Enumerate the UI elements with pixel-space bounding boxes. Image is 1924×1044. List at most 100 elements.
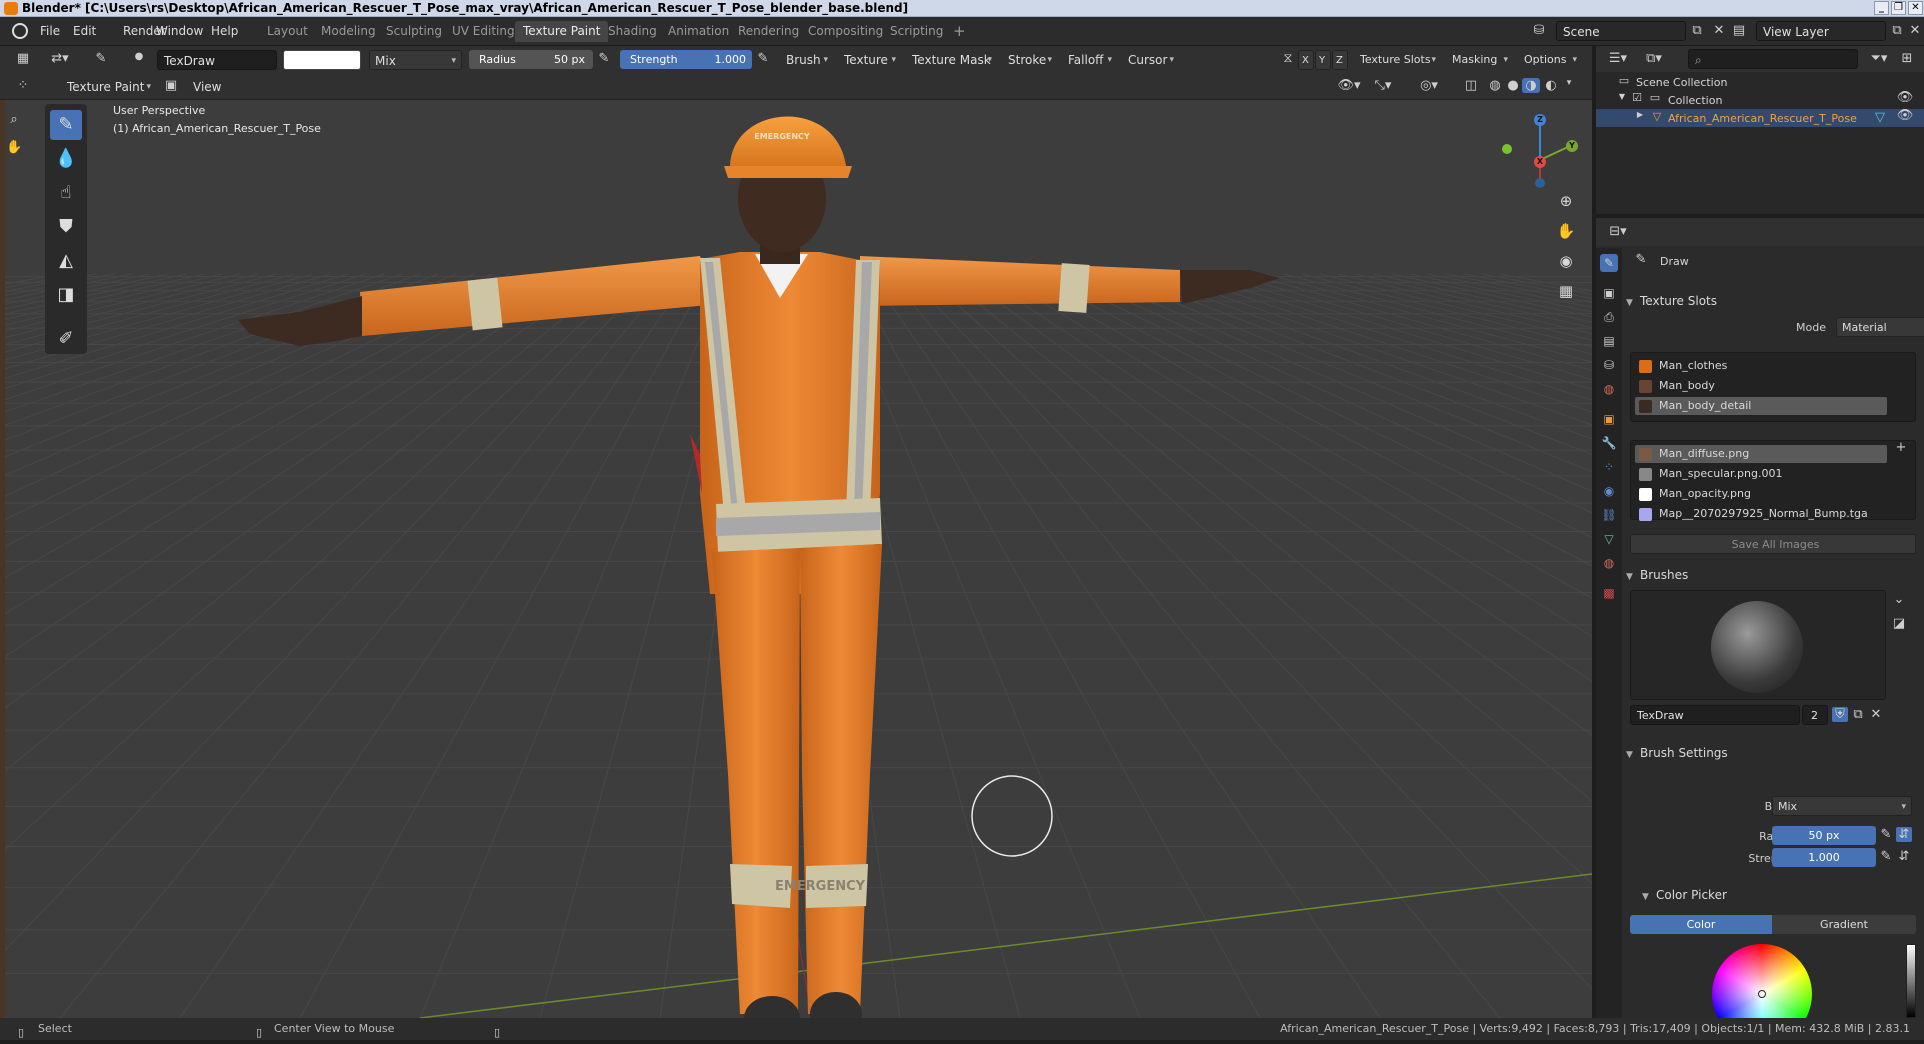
gizmo-toggle-icon[interactable]: ⤡▾ xyxy=(1370,78,1396,93)
interaction-mode-dropdown[interactable]: Texture Paint ▾ xyxy=(48,77,156,97)
texture-paint-toggle-icon[interactable]: ▣ xyxy=(162,78,180,93)
mirror-z-toggle[interactable]: Z xyxy=(1332,50,1348,70)
solid-shading-icon[interactable]: ● xyxy=(1504,78,1522,93)
strength-pressure-toggle-icon[interactable]: ✎ xyxy=(1878,849,1894,864)
tab-layout[interactable]: Layout xyxy=(259,21,316,42)
3d-viewport[interactable]: EMERGENCY EMERGENCY User Perspective (1)… xyxy=(0,74,1592,1018)
pan-hand-icon[interactable]: ✋ xyxy=(1555,220,1577,242)
material-slots-list[interactable]: Man_clothes Man_body Man_body_detail xyxy=(1630,352,1916,422)
modifier-tab-icon[interactable]: 🔧 xyxy=(1600,434,1618,452)
new-view-layer-icon[interactable]: ⧉ xyxy=(1888,23,1906,38)
clone-tool[interactable]: ⛊ xyxy=(50,212,82,242)
mesh-data-icon[interactable]: ▽ xyxy=(1872,110,1888,125)
masking-popover[interactable]: Masking ▾ xyxy=(1447,50,1513,70)
collapse-collection-icon[interactable]: ▼ xyxy=(1616,92,1628,101)
tab-compositing[interactable]: Compositing xyxy=(800,21,891,42)
scene-tab-icon[interactable]: ⛁ xyxy=(1600,356,1618,374)
data-tab-icon[interactable]: ▽ xyxy=(1600,530,1618,548)
menu-edit[interactable]: Edit xyxy=(73,24,96,38)
tab-animation[interactable]: Animation xyxy=(660,21,737,42)
gradient-tab[interactable]: Gradient xyxy=(1772,915,1916,934)
zoom-icon[interactable]: ⊕ xyxy=(1555,190,1577,212)
color-wheel[interactable] xyxy=(1712,944,1812,1018)
texture-slots-popover[interactable]: Texture Slots ▾ xyxy=(1355,50,1441,70)
material-slot-row[interactable]: Man_clothes xyxy=(1635,357,1887,375)
draw-tool[interactable]: ✎ xyxy=(50,110,82,140)
mask-tool[interactable]: ◨ xyxy=(50,280,82,310)
physics-tab-icon[interactable]: ◉ xyxy=(1600,482,1618,500)
tab-shading[interactable]: Shading xyxy=(600,21,665,42)
blend-dropdown[interactable]: Mix ▾ xyxy=(1772,796,1912,816)
camera-view-icon[interactable]: ◉ xyxy=(1555,250,1577,272)
gizmo-neg-y[interactable] xyxy=(1502,144,1512,154)
radius-slider[interactable]: Radius 50 px xyxy=(469,50,593,69)
mirror-y-toggle[interactable]: Y xyxy=(1315,50,1331,70)
rendered-shading-icon[interactable]: ◐ xyxy=(1542,78,1560,93)
texture-menu[interactable]: Texture ▾ xyxy=(839,50,901,70)
scene-selector[interactable]: Scene xyxy=(1556,21,1686,41)
shading-options-icon[interactable]: ▾ xyxy=(1562,78,1576,88)
texture-slots-header[interactable]: ▼ Texture Slots xyxy=(1626,290,1717,312)
tab-texture-paint[interactable]: Texture Paint xyxy=(515,21,609,42)
radius-unit-toggle-icon[interactable]: ⇵ xyxy=(1896,827,1912,842)
falloff-menu[interactable]: Falloff ▾ xyxy=(1063,50,1117,70)
image-slot-row[interactable]: Map__2070297925_Normal_Bump.tga xyxy=(1635,505,1887,523)
cursor-menu[interactable]: Cursor ▾ xyxy=(1123,50,1179,70)
view-layer-selector[interactable]: View Layer xyxy=(1756,21,1886,41)
add-workspace-button[interactable]: + xyxy=(945,21,974,42)
brush-preview-box[interactable] xyxy=(1630,590,1886,700)
material-tab-icon[interactable]: ◍ xyxy=(1600,554,1618,572)
symmetry-icon[interactable]: ⧖ xyxy=(1280,51,1296,66)
visibility-icon[interactable]: 👁▾ xyxy=(1336,78,1362,93)
gizmo-z-axis[interactable]: Z xyxy=(1534,114,1546,126)
brushes-header[interactable]: ▼ Brushes xyxy=(1626,564,1688,586)
radius-pressure-icon[interactable]: ✎ xyxy=(596,51,612,66)
output-tab-icon[interactable]: ⎙ xyxy=(1600,308,1618,326)
blender-logo-icon[interactable] xyxy=(12,23,28,39)
color-tab[interactable]: Color xyxy=(1630,915,1772,934)
gizmo-y-axis[interactable]: Y xyxy=(1566,140,1578,152)
brush-radius-slider[interactable]: 50 px xyxy=(1772,826,1876,845)
editor-type-icon-2[interactable]: ⁘ xyxy=(14,78,32,93)
strength-unit-toggle-icon[interactable]: ⇵ xyxy=(1896,849,1912,864)
tab-sculpting[interactable]: Sculpting xyxy=(378,21,450,42)
filter-icon[interactable]: ⏷▾ xyxy=(1866,51,1892,66)
brush-name-field[interactable]: TexDraw xyxy=(157,50,277,70)
wireframe-shading-icon[interactable]: ◍ xyxy=(1486,78,1504,93)
constraints-tab-icon[interactable]: ⛓ xyxy=(1600,506,1618,524)
brush-users-count[interactable]: 2 xyxy=(1802,705,1828,725)
annotate-tool[interactable]: ✐ xyxy=(50,324,82,354)
material-shading-icon[interactable]: ◑ xyxy=(1522,78,1540,93)
object-name-label[interactable]: African_American_Rescuer_T_Pose xyxy=(1668,112,1857,125)
world-tab-icon[interactable]: ◍ xyxy=(1600,380,1618,398)
view-menu[interactable]: View xyxy=(188,77,228,97)
strength-slider[interactable]: Strength 1.000 xyxy=(620,50,752,69)
brush-list-expand-icon[interactable]: ⌄ xyxy=(1890,592,1908,607)
texture-mask-menu[interactable]: Texture Mask ▾ xyxy=(907,50,997,70)
scene-icon[interactable]: ⛁ xyxy=(1530,23,1548,38)
collection-visibility-icon[interactable]: 👁 xyxy=(1896,90,1914,105)
material-slot-row[interactable]: Man_body_detail xyxy=(1635,397,1887,415)
tool-tab-icon[interactable]: ✎ xyxy=(1600,254,1618,272)
soften-tool[interactable]: 💧 xyxy=(50,144,82,174)
smear-tool[interactable]: ☝ xyxy=(50,178,82,208)
image-slot-row[interactable]: Man_diffuse.png xyxy=(1635,445,1887,463)
overlays-icon[interactable]: ◎▾ xyxy=(1416,78,1442,93)
outliner-editor-icon[interactable]: ☰▾ xyxy=(1604,51,1632,66)
brush-icon[interactable]: ✎ xyxy=(92,51,110,66)
color-picker-header[interactable]: ▼ Color Picker xyxy=(1642,884,1727,906)
duplicate-brush-icon[interactable]: ⧉ xyxy=(1850,707,1866,722)
tab-scripting[interactable]: Scripting xyxy=(882,21,951,42)
image-slot-row[interactable]: Man_specular.png.001 xyxy=(1635,465,1887,483)
view-layer-tab-icon[interactable]: ▤ xyxy=(1600,332,1618,350)
minimize-button[interactable]: _ xyxy=(1874,1,1889,15)
maximize-button[interactable]: ❐ xyxy=(1891,1,1906,15)
unlink-brush-icon[interactable]: ✕ xyxy=(1868,707,1884,722)
mode-switch-icon[interactable]: ⇄▾ xyxy=(48,51,72,66)
navigation-gizmo[interactable]: Z Y X xyxy=(1496,104,1586,194)
value-slider[interactable] xyxy=(1906,944,1916,1018)
collection-checkbox[interactable]: ☑ xyxy=(1630,91,1644,104)
object-tab-icon[interactable]: ▣ xyxy=(1600,410,1618,428)
remove-scene-icon[interactable]: ✕ xyxy=(1710,23,1728,38)
image-slots-list[interactable]: Man_diffuse.png Man_specular.png.001 Man_o… xyxy=(1630,440,1916,523)
